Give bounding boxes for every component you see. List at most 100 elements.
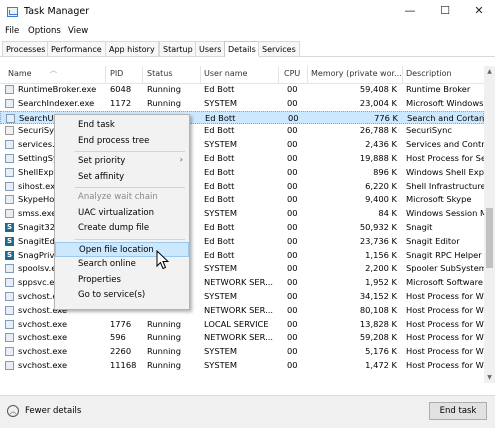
tab-app-history[interactable]: App history [105,41,159,56]
process-icon [5,154,14,163]
vertical-scrollbar[interactable]: ▲ ▼ [484,66,495,383]
menu-item-label: UAC virtualization [78,207,155,218]
menu-separator [75,187,185,188]
menu-view[interactable]: View [68,26,88,36]
menu-item-create-dump-file[interactable]: Create dump file [55,221,189,236]
cell-name: svchost.exe [18,360,68,370]
cell-mem: 50,932 K [359,222,397,232]
scroll-up-icon[interactable]: ▲ [484,66,495,77]
cell-cpu: 00 [287,332,298,343]
table-row[interactable]: svchost.exe 1776 Running LOCAL SERVICE 00 13,… [0,318,484,332]
cell-cpu: 00 [287,125,298,136]
col-memory[interactable]: Memory (private wor... [311,69,401,78]
process-icon [5,209,14,219]
cell-cpu: 00 [287,304,298,315]
cell-desc: Snagit [406,222,433,232]
cell-mem: 1,952 K [365,277,397,288]
menu-item-end-process-tree[interactable]: End process tree [55,134,189,149]
table-row[interactable]: svchost.exe 2260 Running SYSTEM 00 5,176 K Hos… [0,345,484,359]
menu-item-set-affinity[interactable]: Set affinity [55,170,189,185]
col-name[interactable]: Name [8,69,104,78]
cell-status: Running [147,97,181,108]
cell-status: Running [147,84,181,94]
menu-item-uac-virtualization[interactable]: UAC virtualization [55,206,189,221]
cell-user: Ed Bott [204,235,235,246]
tab-users[interactable]: Users [195,41,226,56]
process-icon [5,278,14,288]
cell-user: Ed Bott [204,222,235,232]
cell-desc: Microsoft Windows [406,97,484,108]
menu-options[interactable]: Options [28,26,61,36]
tab-details[interactable]: Details [224,41,260,57]
col-description[interactable]: Description [406,69,484,78]
table-row[interactable]: svchost.exe 11168 Running SYSTEM 00 1,472 K Ho… [0,359,484,373]
menu-item-analyze-wait-chain: Analyze wait chain [55,190,189,205]
cell-user: Ed Bott [204,180,235,191]
column-header: ︿ Name PID Status User name CPU Memory (… [0,66,484,84]
table-row[interactable]: SearchIndexer.exe 1172 Running SYSTEM 00 23,0… [0,97,484,111]
chevron-up-icon[interactable]: ︿ [7,405,19,417]
scroll-down-icon[interactable]: ▼ [484,372,495,383]
table-row[interactable]: RuntimeBroker.exe 6048 Running Ed Bott 00 59,… [0,83,484,97]
menu-item-label: Go to service(s) [78,290,146,300]
tab-services[interactable]: Services [258,41,300,56]
col-cpu[interactable]: CPU [284,69,306,78]
process-icon [5,98,14,108]
table-row[interactable]: svchost.exe 596 Running NETWORK SER... 00 59,… [0,331,484,345]
cell-mem: 5,176 K [365,346,397,357]
process-icon [5,347,14,357]
cell-user: Ed Bott [204,166,235,177]
cell-user: SYSTEM [204,263,238,274]
cell-user: SYSTEM [204,97,238,108]
menu-item-set-priority[interactable]: Set priority › [55,154,189,169]
cell-mem: 23,004 K [359,97,397,108]
cell-mem: 1,472 K [365,360,397,370]
scrollbar-thumb[interactable] [486,208,493,268]
cell-name: svchost.exe [18,346,68,357]
cell-user: NETWORK SER... [204,304,273,315]
title-bar: Task Manager — ☐ ✕ [0,0,495,24]
cell-user: Ed Bott [204,153,235,163]
cell-cpu: 00 [287,222,298,232]
chevron-right-icon: › [179,155,183,164]
cell-mem: 59,408 K [359,84,397,94]
process-icon [6,113,15,123]
fewer-details-link[interactable]: Fewer details [25,406,81,416]
menu-file[interactable]: File [5,26,19,36]
cell-mem: 23,736 K [359,235,397,246]
cell-cpu: 00 [287,291,298,301]
col-user-name[interactable]: User name [204,69,276,78]
menu-item-properties[interactable]: Properties [55,273,189,288]
tab-performance[interactable]: Performance [47,41,106,56]
cell-cpu: 00 [287,194,298,205]
process-icon [5,361,14,370]
cell-cpu: 00 [287,166,298,177]
menu-item-go-to-service-s[interactable]: Go to service(s) [55,288,189,303]
col-pid[interactable]: PID [110,69,142,78]
snagit-icon: S [5,223,14,232]
cell-desc: Search and Cortana [407,112,484,123]
cell-pid: 6048 [110,84,132,94]
cell-desc: Host Process for Wir [406,304,484,315]
cell-user: SYSTEM [204,291,238,301]
cell-status: Running [147,346,181,357]
close-button[interactable]: ✕ [462,0,495,22]
cell-desc: Services and Contro [406,139,484,150]
end-task-button[interactable]: End task [429,402,487,420]
cell-mem: 896 K [373,166,397,177]
cell-desc: Windows Session M [406,208,484,219]
cell-desc: Spooler SubSystem [406,263,484,274]
tab-strip: Processes Performance App history Startu… [0,40,495,57]
maximize-button[interactable]: ☐ [428,0,462,22]
tab-startup[interactable]: Startup [159,41,197,56]
cell-user: LOCAL SERVICE [204,318,269,329]
minimize-button[interactable]: — [393,0,427,22]
cell-mem: 1,156 K [365,249,397,260]
tab-processes[interactable]: Processes [2,41,50,56]
window-title: Task Manager [24,6,90,17]
process-icon [5,85,14,94]
cell-user: Ed Bott [205,112,236,123]
menu-item-end-task[interactable]: End task [55,118,189,133]
col-status[interactable]: Status [147,69,199,78]
cell-name: svchost.exe [18,332,68,343]
